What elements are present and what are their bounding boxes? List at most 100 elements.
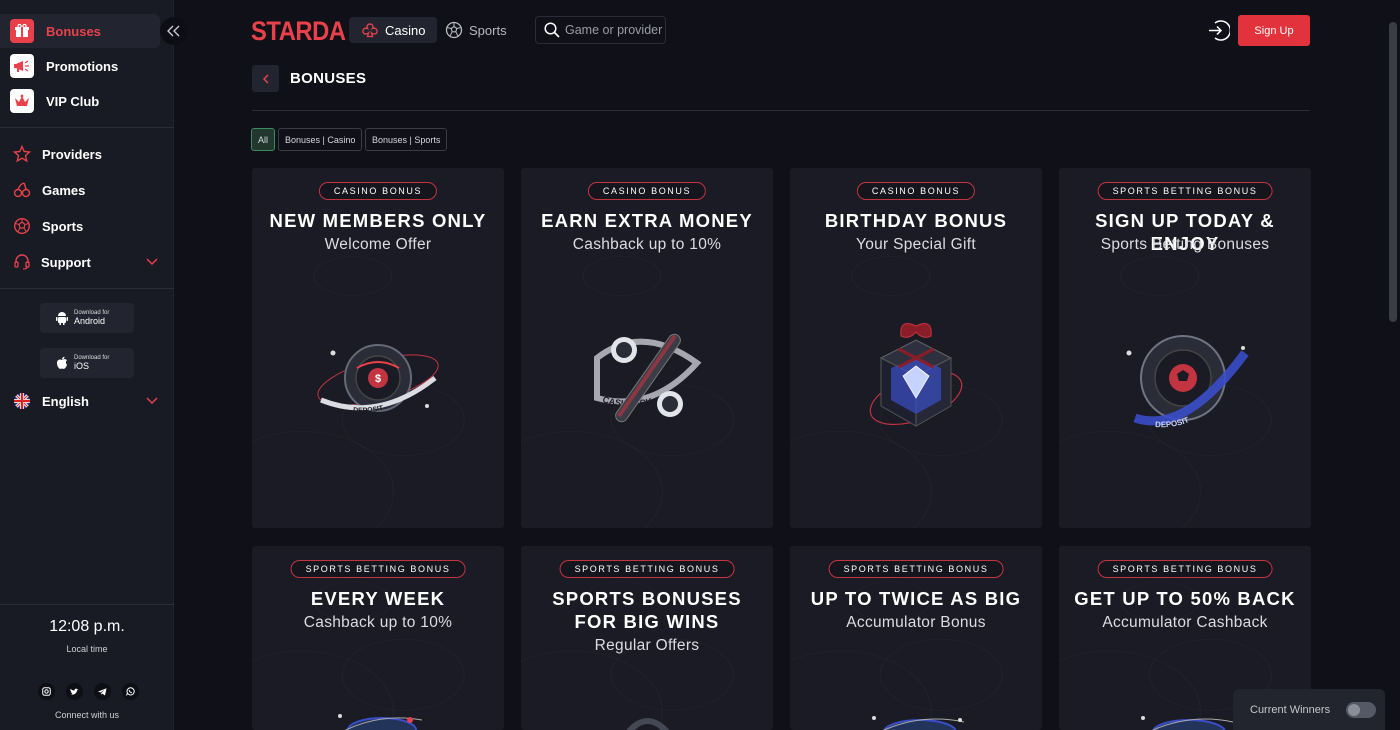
sidebar-divider bbox=[0, 288, 174, 289]
bonus-card-subtitle: Cashback up to 10% bbox=[572, 236, 722, 253]
bonus-card[interactable]: CASINO BONUS NEW MEMBERS ONLY Welcome Of… bbox=[252, 168, 504, 528]
bonus-card-subtitle: Sports Betting Bonuses bbox=[1100, 236, 1270, 253]
app-root: Bonuses Promotions VIP Club Providers Ga… bbox=[0, 0, 1400, 730]
filter-all[interactable]: All bbox=[251, 128, 275, 151]
sidebar-item-label: VIP Club bbox=[46, 93, 100, 109]
android-icon bbox=[56, 312, 68, 325]
ball-icon bbox=[12, 216, 32, 236]
search-box[interactable] bbox=[535, 16, 666, 44]
bonus-card[interactable]: CASINO BONUS EARN EXTRA MONEY Cashback u… bbox=[521, 168, 773, 528]
collapse-sidebar-button[interactable] bbox=[160, 17, 188, 45]
uk-flag-icon bbox=[12, 391, 32, 411]
search-input[interactable] bbox=[565, 23, 665, 37]
telegram-icon[interactable] bbox=[94, 683, 111, 700]
bonus-category-badge: SPORTS BETTING BONUS bbox=[1097, 560, 1273, 578]
sidebar-item-support[interactable]: Support bbox=[0, 245, 174, 279]
bonus-card-title: EARN EXTRA MONEY bbox=[541, 210, 753, 231]
local-time: 12:08 p.m. bbox=[49, 618, 125, 635]
connect-label: Connect with us bbox=[54, 710, 120, 720]
download-platform: iOS bbox=[74, 361, 90, 371]
sign-up-button[interactable]: Sign Up bbox=[1238, 15, 1310, 46]
sidebar-item-label: Sports bbox=[42, 218, 84, 234]
language-selector[interactable]: English bbox=[0, 384, 174, 418]
soccer-ball-icon bbox=[445, 21, 463, 39]
bonus-card[interactable]: SPORTS BETTING BONUS EVERY WEEK Cashback… bbox=[252, 546, 504, 730]
chips-illustration bbox=[1141, 716, 1234, 730]
page-scrollbar[interactable] bbox=[1389, 22, 1397, 322]
sports-deposit-coin-illustration: DEPOSIT bbox=[1126, 335, 1249, 429]
club-icon bbox=[362, 23, 378, 38]
sidebar-item-label: Bonuses bbox=[46, 23, 101, 39]
instagram-icon[interactable] bbox=[38, 683, 55, 700]
gift-box-illustration bbox=[869, 323, 963, 427]
cashback-percent-illustration: CASHBACK bbox=[594, 333, 702, 423]
search-icon bbox=[544, 22, 560, 38]
download-platform: Android bbox=[74, 316, 106, 326]
crown-icon bbox=[10, 89, 34, 113]
chevron-down-icon bbox=[146, 397, 158, 405]
sidebar-divider bbox=[0, 127, 174, 128]
social-links bbox=[38, 683, 139, 700]
sidebar-divider bbox=[0, 604, 174, 605]
trophy-illustration bbox=[626, 718, 670, 730]
gift-icon bbox=[10, 19, 34, 43]
bonus-card[interactable]: CASINO BONUS BIRTHDAY BONUS Your Special… bbox=[790, 168, 1042, 528]
sidebar-item-bonuses[interactable]: Bonuses bbox=[0, 14, 160, 48]
tab-label: Sports bbox=[469, 22, 507, 38]
current-winners-label: Current Winners bbox=[1250, 703, 1331, 716]
language-label: English bbox=[42, 393, 89, 409]
bonus-card-title: NEW MEMBERS ONLY bbox=[269, 210, 487, 231]
headset-icon bbox=[12, 252, 32, 272]
tab-casino[interactable]: Casino bbox=[349, 17, 438, 43]
login-icon[interactable] bbox=[1207, 19, 1230, 42]
bonus-category-badge: SPORTS BETTING BONUS bbox=[290, 560, 466, 578]
bonus-category-badge: CASINO BONUS bbox=[318, 182, 438, 200]
bonus-card-title: EVERY WEEK bbox=[310, 588, 446, 609]
cherries-icon bbox=[12, 180, 32, 200]
page-title: BONUSES bbox=[290, 70, 367, 87]
filter-bonuses-sports[interactable]: Bonuses | Sports bbox=[365, 128, 448, 151]
back-button[interactable] bbox=[252, 65, 279, 92]
local-time-label: Local time bbox=[66, 644, 108, 654]
current-winners-panel: Current Winners bbox=[1233, 689, 1385, 730]
tab-sports[interactable]: Sports bbox=[433, 17, 519, 43]
star-icon bbox=[12, 144, 32, 164]
sidebar-item-vip-club[interactable]: VIP Club bbox=[0, 84, 174, 118]
bonus-card-title: BIRTHDAY BONUS bbox=[824, 210, 1008, 231]
double-chevron-left-icon bbox=[167, 25, 180, 37]
download-android-button[interactable]: Download for Android bbox=[40, 303, 134, 333]
bonus-card-title: GET UP TO 50% BACK bbox=[1074, 588, 1296, 609]
sidebar-item-promotions[interactable]: Promotions bbox=[0, 49, 174, 83]
bonus-card-subtitle: Regular Offers bbox=[594, 637, 700, 654]
megaphone-icon bbox=[10, 54, 34, 78]
bonus-card-subtitle: Accumulator Cashback bbox=[1102, 614, 1268, 631]
filter-bonuses-casino[interactable]: Bonuses | Casino bbox=[278, 128, 363, 151]
bonus-category-badge: SPORTS BETTING BONUS bbox=[1097, 182, 1273, 200]
sidebar-item-sports[interactable]: Sports bbox=[0, 209, 174, 243]
sidebar-item-games[interactable]: Games bbox=[0, 173, 174, 207]
bonus-card-title: UP TO TWICE AS BIG bbox=[810, 588, 1022, 609]
sidebar-item-label: Providers bbox=[42, 146, 102, 162]
sidebar-item-providers[interactable]: Providers bbox=[0, 137, 174, 171]
starda-logo[interactable]: STARDA bbox=[251, 16, 346, 46]
bonus-card-subtitle: Your Special Gift bbox=[856, 236, 976, 253]
twitter-icon[interactable] bbox=[66, 683, 83, 700]
bonus-card-subtitle: Accumulator Bonus bbox=[846, 614, 986, 631]
sidebar-item-label: Promotions bbox=[46, 58, 119, 74]
current-winners-toggle[interactable] bbox=[1346, 702, 1376, 718]
download-ios-button[interactable]: Download for iOS bbox=[40, 348, 134, 378]
sidebar-item-label: Games bbox=[42, 182, 86, 198]
bonus-card-subtitle: Welcome Offer bbox=[324, 236, 432, 253]
bonus-card-title: SPORTS BONUSES FOR BIG WINS bbox=[552, 588, 742, 632]
bonus-card[interactable]: SPORTS BETTING BONUS UP TO TWICE AS BIG … bbox=[790, 546, 1042, 730]
whatsapp-icon[interactable] bbox=[122, 683, 139, 700]
bonus-card[interactable]: SPORTS BETTING BONUS SIGN UP TODAY & ENJ… bbox=[1059, 168, 1311, 528]
bonus-category-badge: CASINO BONUS bbox=[587, 182, 707, 200]
tab-label: Casino bbox=[385, 22, 426, 38]
chips-illustration bbox=[872, 716, 965, 730]
bonus-category-badge: SPORTS BETTING BONUS bbox=[828, 560, 1004, 578]
deposit-coin-illustration: $ DEPOSIT bbox=[317, 344, 439, 414]
bonus-card[interactable]: SPORTS BETTING BONUS SPORTS BONUSES FOR … bbox=[521, 546, 773, 730]
apple-icon bbox=[56, 356, 67, 369]
bonus-category-badge: SPORTS BETTING BONUS bbox=[559, 560, 735, 578]
